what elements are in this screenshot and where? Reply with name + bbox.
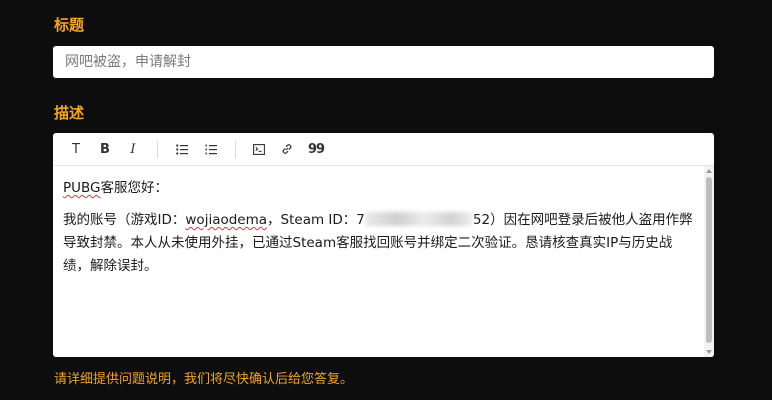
feedback-form: 标题 描述 T B I (0, 0, 772, 400)
body-paragraph: 我的账号（游戏ID：wojiaodema，Steam ID：7 52）因在网吧登录… (63, 212, 693, 274)
greeting-line: PUBG客服您好： (63, 180, 169, 196)
editor-content[interactable]: PUBG客服您好： 我的账号（游戏ID：wojiaodema，Steam ID：… (63, 177, 699, 287)
quote-icon[interactable]: 99 (306, 139, 326, 159)
scroll-down-icon[interactable] (706, 350, 712, 354)
title-input[interactable] (53, 46, 714, 78)
description-editor: T B I 99 PUBG客服您好： 我的账号（游戏ID：wojiaodema，… (53, 133, 714, 357)
toolbar-divider (157, 141, 158, 158)
help-text: 请详细提供问题说明，我们将尽快确认后给您答复。 (54, 372, 354, 387)
description-label: 描述 (54, 104, 85, 122)
scroll-up-icon[interactable] (706, 169, 712, 173)
spellcheck-word: wojiaodema (185, 212, 268, 228)
bullet-list-icon[interactable] (172, 139, 192, 159)
redacted-steam-id (364, 212, 473, 226)
bold-icon[interactable]: B (95, 139, 115, 159)
toolbar-divider (235, 141, 236, 158)
text-style-icon[interactable]: T (66, 139, 86, 159)
link-icon[interactable] (277, 139, 297, 159)
title-label: 标题 (54, 16, 85, 34)
code-block-icon[interactable] (249, 139, 269, 159)
italic-icon[interactable]: I (123, 139, 143, 159)
spellcheck-word: PUBG (63, 180, 101, 196)
numbered-list-icon[interactable] (201, 139, 221, 159)
scroll-thumb[interactable] (706, 177, 712, 343)
editor-scrollbar[interactable] (704, 166, 714, 357)
editor-toolbar: T B I 99 (53, 133, 714, 166)
